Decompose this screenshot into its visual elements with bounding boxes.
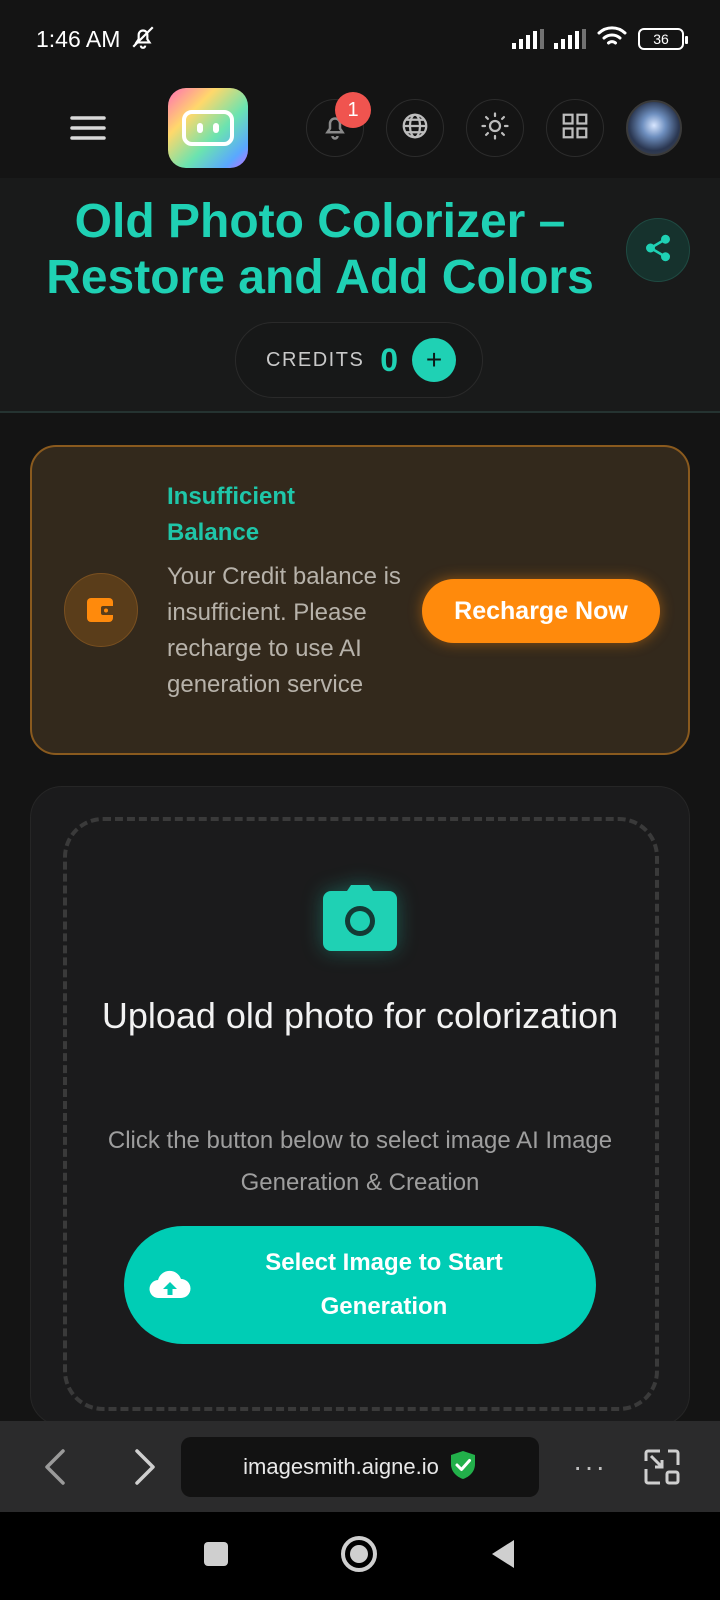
forward-arrow-icon[interactable]: [100, 1421, 190, 1512]
camera-icon: [322, 880, 398, 956]
wallet-icon: [64, 573, 138, 647]
page-title: Old Photo Colorizer – Restore and Add Co…: [46, 195, 594, 304]
status-left: 1:46 AM: [36, 24, 156, 55]
battery-level: 36: [653, 31, 669, 47]
globe-icon: [400, 111, 430, 146]
status-time: 1:46 AM: [36, 25, 121, 52]
apps-button[interactable]: [546, 99, 604, 157]
recents-square-icon[interactable]: [202, 1540, 230, 1573]
header-actions: 1: [306, 92, 682, 157]
share-icon: [643, 233, 673, 268]
resize-icon[interactable]: [632, 1437, 692, 1497]
upload-subtitle: Click the button below to select image A…: [107, 1127, 613, 1196]
signal-icon: [512, 29, 544, 49]
balance-alert-title: Insufficient Balance: [167, 483, 296, 546]
hamburger-menu-icon[interactable]: [58, 98, 118, 158]
credits-value: 0: [380, 341, 399, 378]
back-triangle-icon[interactable]: [488, 1538, 518, 1575]
avatar[interactable]: [626, 100, 682, 156]
app-logo-icon[interactable]: [168, 88, 248, 168]
sun-icon: [480, 111, 510, 146]
cloud-upload-icon: [148, 1270, 192, 1300]
balance-alert-message: Your Credit balance is insufficient. Ple…: [167, 563, 401, 698]
notifications-button[interactable]: 1: [306, 92, 371, 157]
wifi-icon: [596, 25, 628, 54]
insufficient-balance-card: Insufficient Balance Your Credit balance…: [30, 445, 690, 755]
theme-toggle-button[interactable]: [466, 99, 524, 157]
shield-check-icon: [449, 1450, 477, 1485]
recharge-now-button[interactable]: Recharge Now: [422, 579, 660, 643]
browser-toolbar: imagesmith.aigne.io ···: [0, 1421, 720, 1512]
logo-face: [182, 110, 234, 146]
add-credits-button[interactable]: +: [412, 338, 457, 382]
battery-icon: 36: [638, 28, 688, 50]
app-header: 1: [0, 78, 720, 178]
credits-label: CREDITS: [266, 348, 365, 371]
back-arrow-icon[interactable]: [10, 1421, 100, 1512]
credits-pill: CREDITS 0 +: [235, 322, 483, 398]
system-nav-bar: [0, 1512, 720, 1600]
title-section: Old Photo Colorizer – Restore and Add Co…: [0, 178, 720, 413]
share-button[interactable]: [626, 218, 690, 282]
status-bar: 1:46 AM 36: [0, 0, 720, 78]
select-image-button-label: Select Image to Start Generation: [265, 1249, 503, 1320]
signal-icon: [554, 29, 586, 49]
language-button[interactable]: [386, 99, 444, 157]
upload-title: Upload old photo for colorization: [101, 995, 619, 1036]
bell-off-icon: [130, 24, 156, 55]
notification-badge: 1: [335, 92, 371, 128]
home-circle-icon[interactable]: [340, 1535, 378, 1578]
url-text: imagesmith.aigne.io: [243, 1454, 439, 1479]
grid-icon: [560, 111, 590, 146]
status-right: 36: [512, 25, 688, 54]
select-image-button[interactable]: Select Image to Start Generation: [124, 1226, 596, 1344]
url-bar[interactable]: imagesmith.aigne.io: [181, 1437, 539, 1497]
more-options-button[interactable]: ···: [560, 1437, 620, 1497]
